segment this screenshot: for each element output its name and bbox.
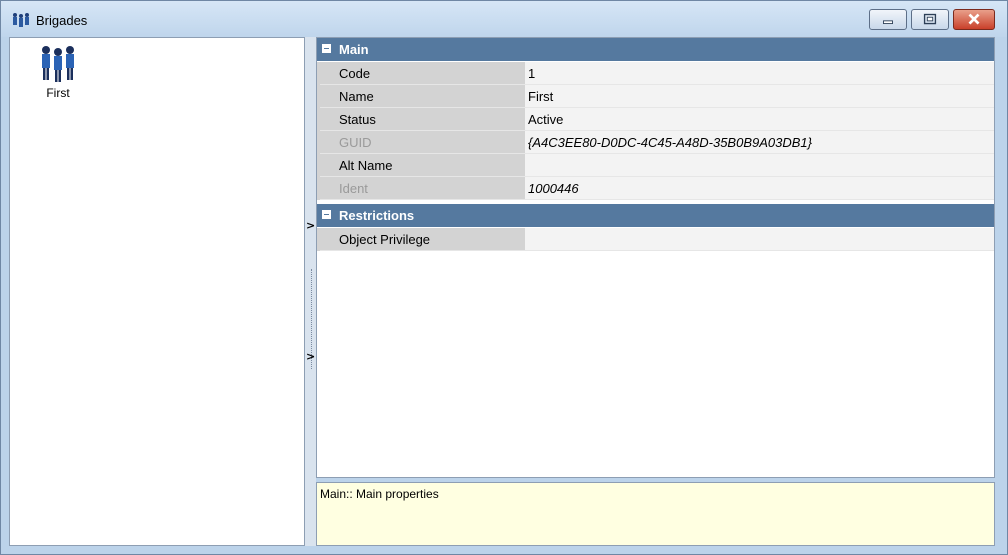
property-name: GUID bbox=[320, 131, 525, 154]
property-value-text: {A4C3EE80-D0DC-4C45-A48D-35B0B9A03DB1} bbox=[528, 135, 812, 150]
property-row-code[interactable]: Code 1 bbox=[317, 62, 994, 85]
people-group-icon bbox=[13, 13, 29, 27]
category-main[interactable]: Main bbox=[317, 38, 994, 61]
description-panel: Main:: Main properties bbox=[316, 482, 995, 546]
category-label: Restrictions bbox=[339, 208, 415, 223]
maximize-button[interactable] bbox=[911, 9, 949, 30]
property-row-name[interactable]: Name First bbox=[317, 85, 994, 108]
brigade-list[interactable]: First bbox=[9, 37, 305, 546]
property-value[interactable]: 1000446 bbox=[525, 177, 994, 200]
property-name: Code bbox=[320, 62, 525, 85]
property-value[interactable]: First bbox=[525, 85, 994, 108]
title-bar[interactable]: Brigades bbox=[1, 1, 1007, 37]
property-value[interactable]: 1 bbox=[525, 62, 994, 85]
expand-arrow-top[interactable]: > bbox=[306, 219, 315, 232]
property-name: Object Privilege bbox=[320, 228, 525, 251]
category-restrictions[interactable]: Restrictions bbox=[317, 204, 994, 227]
property-name-text: Name bbox=[339, 89, 374, 104]
maximize-icon bbox=[923, 13, 937, 25]
property-name-text: Status bbox=[339, 112, 376, 127]
brigades-window: Brigades First > > Main Code 1 Name Firs… bbox=[0, 0, 1008, 555]
property-value[interactable] bbox=[525, 154, 994, 177]
property-value[interactable]: Active bbox=[525, 108, 994, 131]
property-name-text: GUID bbox=[339, 135, 372, 150]
collapse-icon[interactable] bbox=[322, 210, 331, 219]
property-value-text: 1000446 bbox=[528, 181, 579, 196]
close-icon bbox=[968, 13, 980, 25]
description-text: Main:: Main properties bbox=[320, 487, 439, 501]
property-row-status[interactable]: Status Active bbox=[317, 108, 994, 131]
property-row-guid[interactable]: GUID {A4C3EE80-D0DC-4C45-A48D-35B0B9A03D… bbox=[317, 131, 994, 154]
property-name: Alt Name bbox=[320, 154, 525, 177]
property-name: Name bbox=[320, 85, 525, 108]
minimize-icon bbox=[883, 20, 893, 25]
expand-arrow-bottom[interactable]: > bbox=[306, 350, 315, 363]
property-name: Status bbox=[320, 108, 525, 131]
window-bottom-edge bbox=[1, 546, 1007, 554]
people-group-icon bbox=[42, 46, 74, 82]
collapse-icon[interactable] bbox=[322, 44, 331, 53]
property-grid[interactable]: Main Code 1 Name First Status Active GUI… bbox=[316, 37, 995, 478]
property-value[interactable]: {A4C3EE80-D0DC-4C45-A48D-35B0B9A03DB1} bbox=[525, 131, 994, 154]
category-label: Main bbox=[339, 42, 369, 57]
minimize-button[interactable] bbox=[869, 9, 907, 30]
pane-splitter[interactable]: > > bbox=[305, 37, 316, 546]
close-button[interactable] bbox=[953, 9, 995, 30]
window-title: Brigades bbox=[36, 13, 88, 28]
property-row-object-privilege[interactable]: Object Privilege bbox=[317, 228, 994, 251]
property-name-text: Object Privilege bbox=[339, 232, 431, 247]
property-row-ident[interactable]: Ident 1000446 bbox=[317, 177, 994, 200]
property-name-text: Alt Name bbox=[339, 158, 393, 173]
property-value-text: First bbox=[528, 89, 554, 104]
property-value-text: Active bbox=[528, 112, 564, 127]
property-name: Ident bbox=[320, 177, 525, 200]
property-name-text: Code bbox=[339, 66, 371, 81]
property-value[interactable] bbox=[525, 228, 994, 251]
property-name-text: Ident bbox=[339, 181, 368, 196]
property-value-text: 1 bbox=[528, 66, 536, 81]
list-item-label: First bbox=[46, 86, 70, 100]
property-row-alt-name[interactable]: Alt Name bbox=[317, 154, 994, 177]
